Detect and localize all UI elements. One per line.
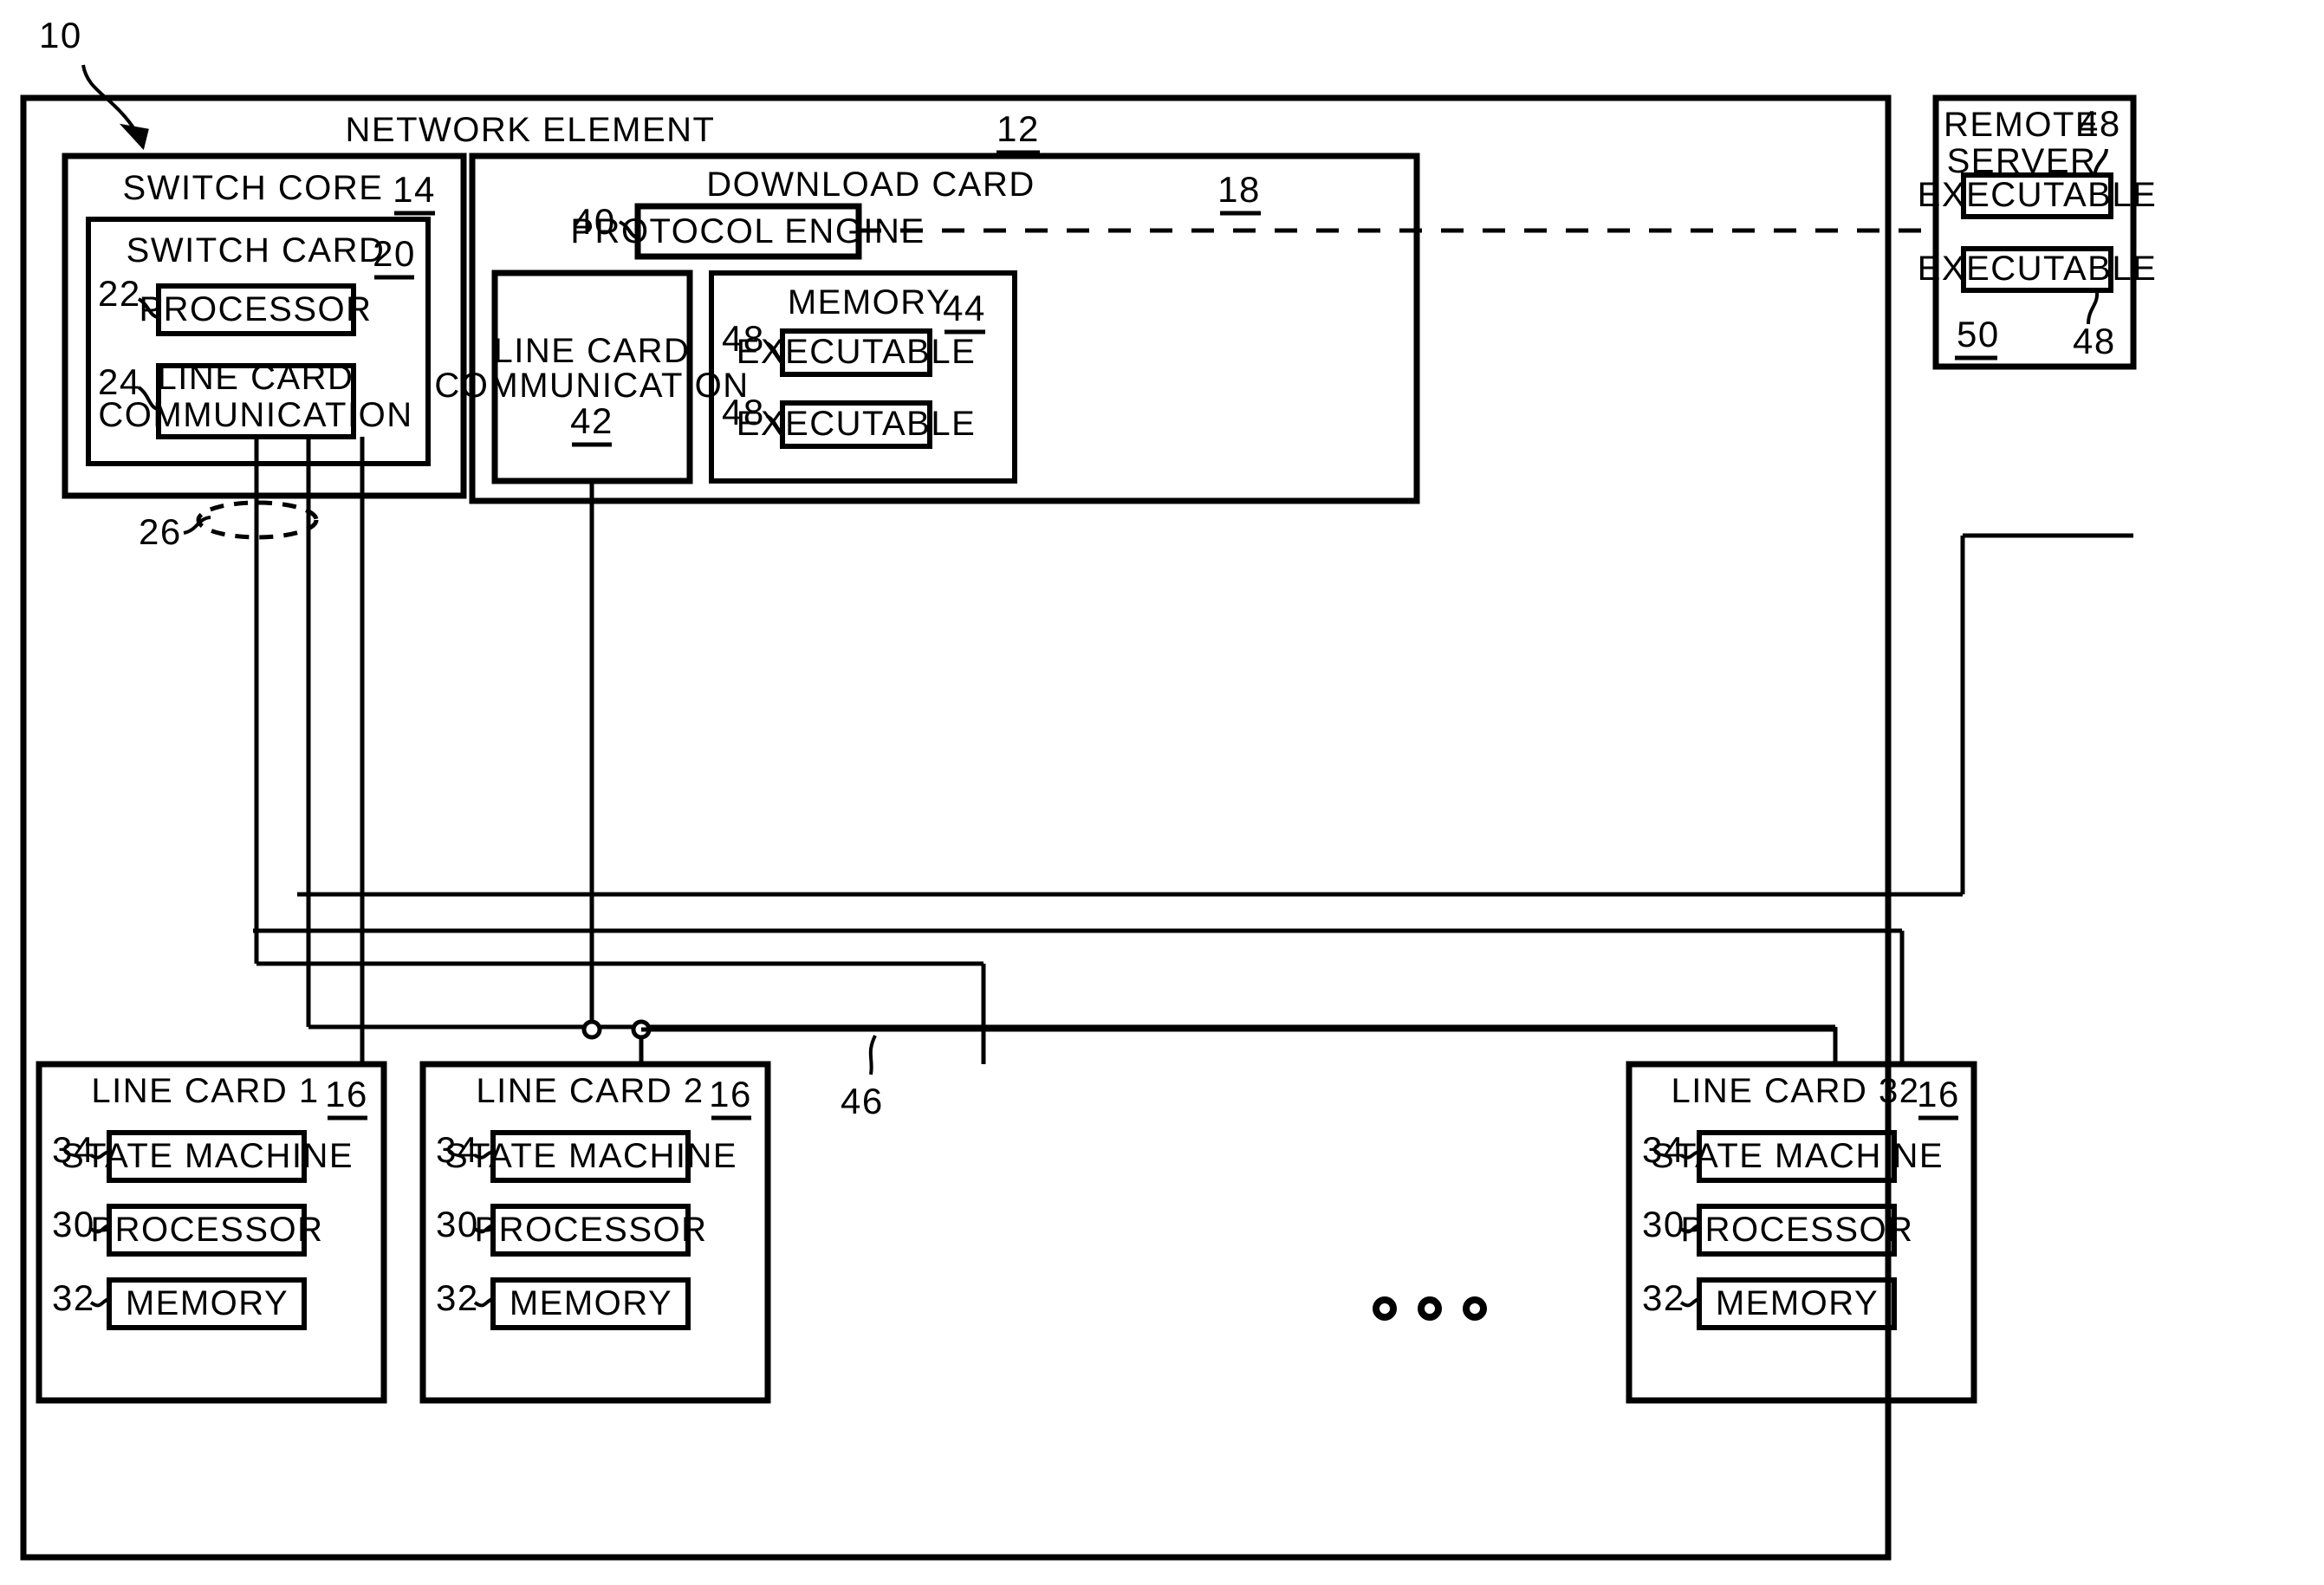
remote-server-executable-1-label: EXECUTABLE bbox=[1918, 176, 2158, 214]
network-element-title: NETWORK ELEMENT bbox=[346, 111, 716, 149]
line-card-32-state-machine-label: STATE MACHINE bbox=[1651, 1137, 1944, 1175]
remote-server-bottom-ref: 48 bbox=[2073, 321, 2116, 361]
line-card-1-processor-label: PROCESSOR bbox=[90, 1211, 323, 1249]
ref-10-arrowhead bbox=[119, 123, 149, 151]
line-card-2-ref-34: 34 bbox=[436, 1129, 479, 1170]
remote-server-title-line1: REMOTE bbox=[1944, 106, 2100, 144]
line-card-2-title: LINE CARD 2 bbox=[476, 1072, 704, 1110]
remote-server-ref: 50 bbox=[1957, 314, 2000, 354]
ellipsis-dot-2 bbox=[1418, 1296, 1442, 1321]
switch-card-title: SWITCH CARD bbox=[127, 231, 386, 270]
line-card-32-memory-label: MEMORY bbox=[1716, 1284, 1879, 1322]
line-card-32-processor-label: PROCESSOR bbox=[1680, 1211, 1913, 1249]
ref-24-label: 24 bbox=[98, 361, 141, 402]
line-card-2-ref-32: 32 bbox=[436, 1277, 479, 1318]
download-card-memory-ref: 44 bbox=[943, 288, 986, 328]
remote-server-bottom-ref-leader bbox=[2087, 292, 2100, 325]
line-card-1-ref-34: 34 bbox=[52, 1129, 95, 1170]
bus-junction-dot-1 bbox=[581, 1019, 602, 1040]
download-card-title: DOWNLOAD CARD bbox=[706, 166, 1035, 204]
line-card-32-ref-30: 30 bbox=[1642, 1204, 1685, 1244]
switch-card-linecard-comm-label-line2: COMMUNICATION bbox=[98, 396, 412, 434]
switch-core-ref: 14 bbox=[393, 169, 436, 210]
download-card-linecard-comm-label-line2: COMMUNICATION bbox=[434, 367, 749, 405]
remote-server-executable-2-label: EXECUTABLE bbox=[1918, 250, 2158, 288]
ellipsis-dot-3 bbox=[1463, 1296, 1487, 1321]
line-card-1-title: LINE CARD 1 bbox=[91, 1072, 319, 1110]
line-card-1-state-machine-label: STATE MACHINE bbox=[61, 1137, 354, 1175]
ref-40-label: 40 bbox=[573, 201, 616, 242]
network-element-ref: 12 bbox=[996, 108, 1040, 149]
ref-46-leader bbox=[868, 1035, 877, 1075]
download-card-linecard-comm-label-line1: LINE CARD bbox=[494, 332, 691, 370]
download-memory-executable-2-ref: 48 bbox=[722, 392, 765, 432]
line-card-2-ref-30: 30 bbox=[436, 1204, 479, 1244]
ref-10-label: 10 bbox=[39, 15, 82, 55]
line-card-2-ref: 16 bbox=[709, 1074, 752, 1114]
ref-46-label: 46 bbox=[841, 1081, 884, 1121]
switch-core-title: SWITCH CORE bbox=[123, 169, 384, 207]
line-card-1-ref-32: 32 bbox=[52, 1277, 95, 1318]
ref-22-label: 22 bbox=[98, 273, 141, 314]
download-memory-executable-1-label: EXECUTABLE bbox=[737, 333, 977, 371]
line-card-1-ref: 16 bbox=[325, 1074, 368, 1114]
line-card-32-ref: 16 bbox=[1917, 1074, 1960, 1114]
line-card-32-ref-32: 32 bbox=[1642, 1277, 1685, 1318]
ellipsis-dot-1 bbox=[1373, 1296, 1397, 1321]
figure-canvas: 10 NETWORK ELEMENT 12 SWITCH CORE 14 SWI… bbox=[0, 0, 2324, 1585]
download-memory-executable-2-label: EXECUTABLE bbox=[737, 405, 977, 443]
switch-card-ref: 20 bbox=[373, 233, 416, 274]
line-card-32-title: LINE CARD 32 bbox=[1672, 1072, 1920, 1110]
download-memory-executable-1-ref: 48 bbox=[722, 318, 765, 359]
line-card-32-ref-34: 34 bbox=[1642, 1129, 1685, 1170]
line-card-1-ref-30: 30 bbox=[52, 1204, 95, 1244]
download-card-linecard-comm-ref: 42 bbox=[570, 400, 613, 441]
line-card-1-memory-label: MEMORY bbox=[126, 1284, 289, 1322]
line-card-2-processor-label: PROCESSOR bbox=[474, 1211, 707, 1249]
download-card-ref: 18 bbox=[1217, 169, 1261, 210]
patent-figure: 10 NETWORK ELEMENT 12 SWITCH CORE 14 SWI… bbox=[20, 15, 2158, 1561]
remote-server-top-ref: 48 bbox=[2078, 103, 2121, 144]
line-card-2-state-machine-label: STATE MACHINE bbox=[445, 1137, 737, 1175]
switch-card-processor-label: PROCESSOR bbox=[139, 290, 372, 328]
line-card-2-memory-label: MEMORY bbox=[510, 1284, 672, 1322]
switch-card-linecard-comm-label-line1: LINE CARD bbox=[158, 359, 354, 397]
download-card-memory-title: MEMORY bbox=[788, 283, 951, 322]
ref-26-label: 26 bbox=[139, 511, 182, 552]
